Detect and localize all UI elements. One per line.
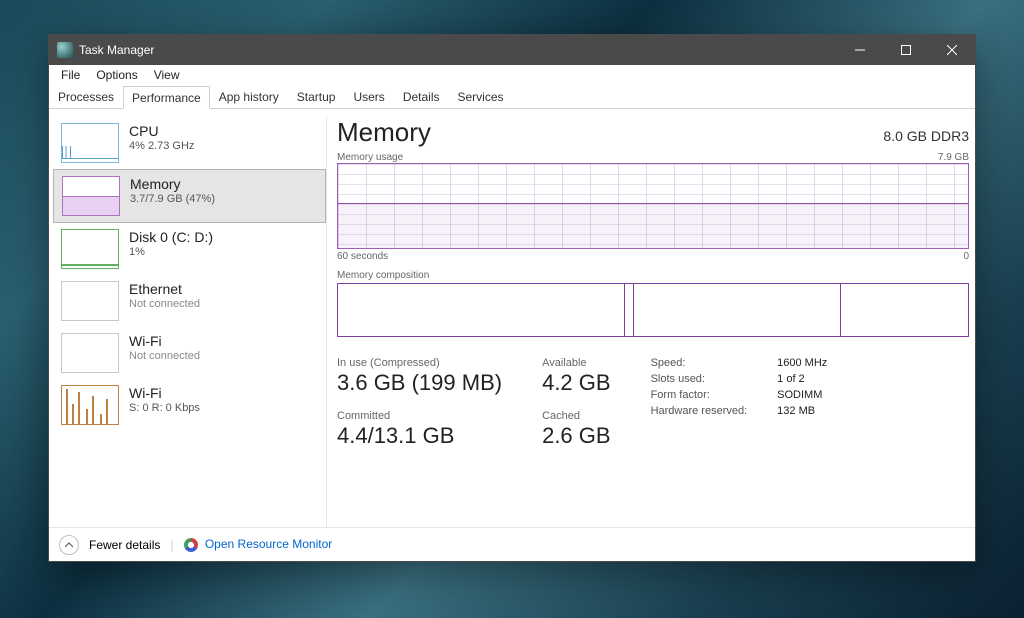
maximize-button[interactable] xyxy=(883,35,929,65)
tabstrip: Processes Performance App history Startu… xyxy=(49,85,975,109)
menubar: File Options View xyxy=(49,65,975,85)
spec-table: Speed: 1600 MHz Slots used: 1 of 2 Form … xyxy=(651,357,828,417)
main-panel[interactable]: Memory 8.0 GB DDR3 Memory usage 7.9 GB 6… xyxy=(327,109,975,527)
slots-val: 1 of 2 xyxy=(777,373,827,385)
sidebar-eth-sub: Not connected xyxy=(129,298,200,310)
form-key: Form factor: xyxy=(651,389,748,401)
tab-processes[interactable]: Processes xyxy=(49,85,123,108)
sidebar-wifi2-sub: S: 0 R: 0 Kbps xyxy=(129,402,200,414)
sidebar-wifi1-sub: Not connected xyxy=(129,350,200,362)
footer: Fewer details | Open Resource Monitor xyxy=(49,527,975,561)
sidebar-disk-name: Disk 0 (C: D:) xyxy=(129,229,213,245)
sidebar-item-disk0[interactable]: Disk 0 (C: D:) 1% xyxy=(53,223,326,275)
tab-performance[interactable]: Performance xyxy=(123,86,210,109)
tab-app-history[interactable]: App history xyxy=(210,85,288,108)
sidebar-eth-name: Ethernet xyxy=(129,281,200,297)
sidebar-item-cpu[interactable]: CPU 4% 2.73 GHz xyxy=(53,117,326,169)
page-title: Memory xyxy=(337,117,431,148)
sidebar-item-wifi-2[interactable]: Wi-Fi S: 0 R: 0 Kbps xyxy=(53,379,326,431)
tab-startup[interactable]: Startup xyxy=(288,85,345,108)
committed-value: 4.4/13.1 GB xyxy=(337,423,502,449)
sidebar-mem-sub: 3.7/7.9 GB (47%) xyxy=(130,193,215,205)
close-button[interactable] xyxy=(929,35,975,65)
resource-monitor-icon xyxy=(184,538,198,552)
content: CPU 4% 2.73 GHz Memory 3.7/7.9 GB (47%) … xyxy=(49,109,975,527)
ethernet-sparkline-icon xyxy=(61,281,119,321)
chevron-up-icon[interactable] xyxy=(59,535,79,555)
cached-value: 2.6 GB xyxy=(542,423,610,449)
usage-x-left: 60 seconds xyxy=(337,251,388,262)
memory-usage-chart xyxy=(337,163,969,249)
menu-view[interactable]: View xyxy=(146,66,188,84)
memory-capacity: 8.0 GB DDR3 xyxy=(883,128,969,144)
sidebar-scroll[interactable]: CPU 4% 2.73 GHz Memory 3.7/7.9 GB (47%) … xyxy=(53,117,326,527)
memory-sparkline-icon xyxy=(62,176,120,216)
cached-label: Cached xyxy=(542,410,610,422)
usage-chart-label: Memory usage xyxy=(337,152,403,163)
in-use-label: In use (Compressed) xyxy=(337,357,502,369)
fewer-details-button[interactable]: Fewer details xyxy=(89,538,160,552)
sidebar-wifi1-name: Wi-Fi xyxy=(129,333,200,349)
tab-services[interactable]: Services xyxy=(449,85,513,108)
in-use-value: 3.6 GB (199 MB) xyxy=(337,370,502,396)
wifi2-sparkline-icon xyxy=(61,385,119,425)
headline: Memory 8.0 GB DDR3 xyxy=(337,117,969,148)
comp-seg-modified xyxy=(625,284,634,336)
tab-users[interactable]: Users xyxy=(344,85,393,108)
usage-chart-max: 7.9 GB xyxy=(938,152,969,163)
slots-key: Slots used: xyxy=(651,373,748,385)
menu-file[interactable]: File xyxy=(53,66,88,84)
committed-label: Committed xyxy=(337,410,502,422)
sidebar-item-wifi-1[interactable]: Wi-Fi Not connected xyxy=(53,327,326,379)
minimize-button[interactable] xyxy=(837,35,883,65)
open-resource-monitor-link[interactable]: Open Resource Monitor xyxy=(184,537,333,552)
wifi1-sparkline-icon xyxy=(61,333,119,373)
cpu-sparkline-icon xyxy=(61,123,119,163)
usage-x-right: 0 xyxy=(963,251,969,262)
task-manager-window: Task Manager File Options View Processes… xyxy=(48,34,976,562)
comp-chart-label: Memory composition xyxy=(337,270,969,281)
tab-details[interactable]: Details xyxy=(394,85,449,108)
memory-composition-chart xyxy=(337,283,969,337)
speed-key: Speed: xyxy=(651,357,748,369)
sidebar-wifi2-name: Wi-Fi xyxy=(129,385,200,401)
sidebar-mem-name: Memory xyxy=(130,176,215,192)
form-val: SODIMM xyxy=(777,389,827,401)
disk-sparkline-icon xyxy=(61,229,119,269)
sidebar-disk-sub: 1% xyxy=(129,246,213,258)
speed-val: 1600 MHz xyxy=(777,357,827,369)
stats-grid: In use (Compressed) 3.6 GB (199 MB) Comm… xyxy=(337,357,969,449)
menu-options[interactable]: Options xyxy=(88,66,145,84)
resource-monitor-label: Open Resource Monitor xyxy=(205,537,332,551)
sidebar-item-memory[interactable]: Memory 3.7/7.9 GB (47%) xyxy=(53,169,326,223)
footer-sep: | xyxy=(170,538,173,552)
memory-usage-line xyxy=(338,203,968,248)
hw-key: Hardware reserved: xyxy=(651,405,748,417)
titlebar[interactable]: Task Manager xyxy=(49,35,975,65)
sidebar-item-ethernet[interactable]: Ethernet Not connected xyxy=(53,275,326,327)
perf-sidebar: CPU 4% 2.73 GHz Memory 3.7/7.9 GB (47%) … xyxy=(53,117,327,527)
sidebar-cpu-sub: 4% 2.73 GHz xyxy=(129,140,194,152)
comp-seg-in-use xyxy=(338,284,625,336)
available-label: Available xyxy=(542,357,610,369)
hw-val: 132 MB xyxy=(777,405,827,417)
comp-seg-standby xyxy=(634,284,841,336)
comp-seg-free xyxy=(841,284,968,336)
window-title: Task Manager xyxy=(79,43,837,57)
app-icon xyxy=(57,42,73,58)
available-value: 4.2 GB xyxy=(542,370,610,396)
sidebar-cpu-name: CPU xyxy=(129,123,194,139)
